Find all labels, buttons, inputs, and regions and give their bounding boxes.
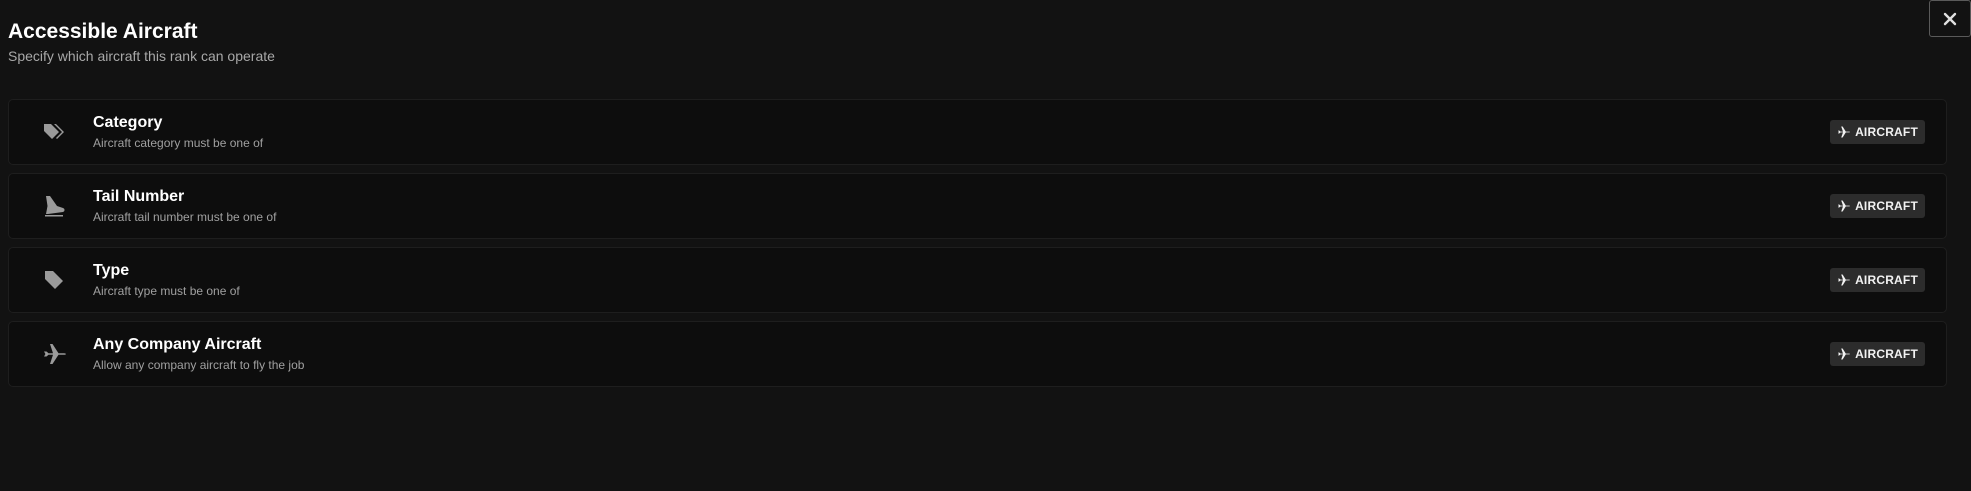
- aircraft-badge: AIRCRAFT: [1830, 120, 1925, 144]
- plane-tail-icon: [41, 192, 69, 220]
- close-button[interactable]: [1929, 0, 1971, 37]
- option-row-any-company-aircraft[interactable]: Any Company Aircraft Allow any company a…: [8, 321, 1947, 387]
- option-text: Category Aircraft category must be one o…: [93, 113, 1830, 151]
- aircraft-badge: AIRCRAFT: [1830, 342, 1925, 366]
- option-title: Type: [93, 262, 130, 279]
- plane-icon: [1838, 200, 1850, 212]
- option-title: Any Company Aircraft: [93, 336, 262, 353]
- accessible-aircraft-modal: Accessible Aircraft Specify which aircra…: [0, 0, 1971, 491]
- modal-header: Accessible Aircraft Specify which aircra…: [8, 20, 275, 65]
- tags-icon: [41, 118, 69, 146]
- option-description: Aircraft category must be one of: [93, 136, 264, 150]
- aircraft-option-list: Category Aircraft category must be one o…: [8, 99, 1947, 395]
- badge-label: AIRCRAFT: [1855, 273, 1918, 287]
- plane-icon: [1838, 348, 1850, 360]
- modal-title: Accessible Aircraft: [8, 20, 198, 43]
- option-title: Tail Number: [93, 188, 185, 205]
- option-description: Allow any company aircraft to fly the jo…: [93, 358, 305, 372]
- option-text: Type Aircraft type must be one of: [93, 261, 1830, 299]
- plane-icon: [1838, 274, 1850, 286]
- plane-icon: [1838, 126, 1850, 138]
- option-title: Category: [93, 114, 163, 131]
- aircraft-badge: AIRCRAFT: [1830, 268, 1925, 292]
- badge-label: AIRCRAFT: [1855, 347, 1918, 361]
- badge-label: AIRCRAFT: [1855, 125, 1918, 139]
- option-description: Aircraft tail number must be one of: [93, 210, 277, 224]
- tag-icon: [41, 266, 69, 294]
- option-row-category[interactable]: Category Aircraft category must be one o…: [8, 99, 1947, 165]
- option-text: Any Company Aircraft Allow any company a…: [93, 335, 1830, 373]
- modal-subtitle: Specify which aircraft this rank can ope…: [8, 48, 275, 64]
- badge-label: AIRCRAFT: [1855, 199, 1918, 213]
- option-text: Tail Number Aircraft tail number must be…: [93, 187, 1830, 225]
- close-icon: [1943, 12, 1957, 25]
- option-description: Aircraft type must be one of: [93, 284, 240, 298]
- plane-icon: [41, 340, 69, 368]
- aircraft-badge: AIRCRAFT: [1830, 194, 1925, 218]
- option-row-tail-number[interactable]: Tail Number Aircraft tail number must be…: [8, 173, 1947, 239]
- option-row-type[interactable]: Type Aircraft type must be one of AIRCRA…: [8, 247, 1947, 313]
